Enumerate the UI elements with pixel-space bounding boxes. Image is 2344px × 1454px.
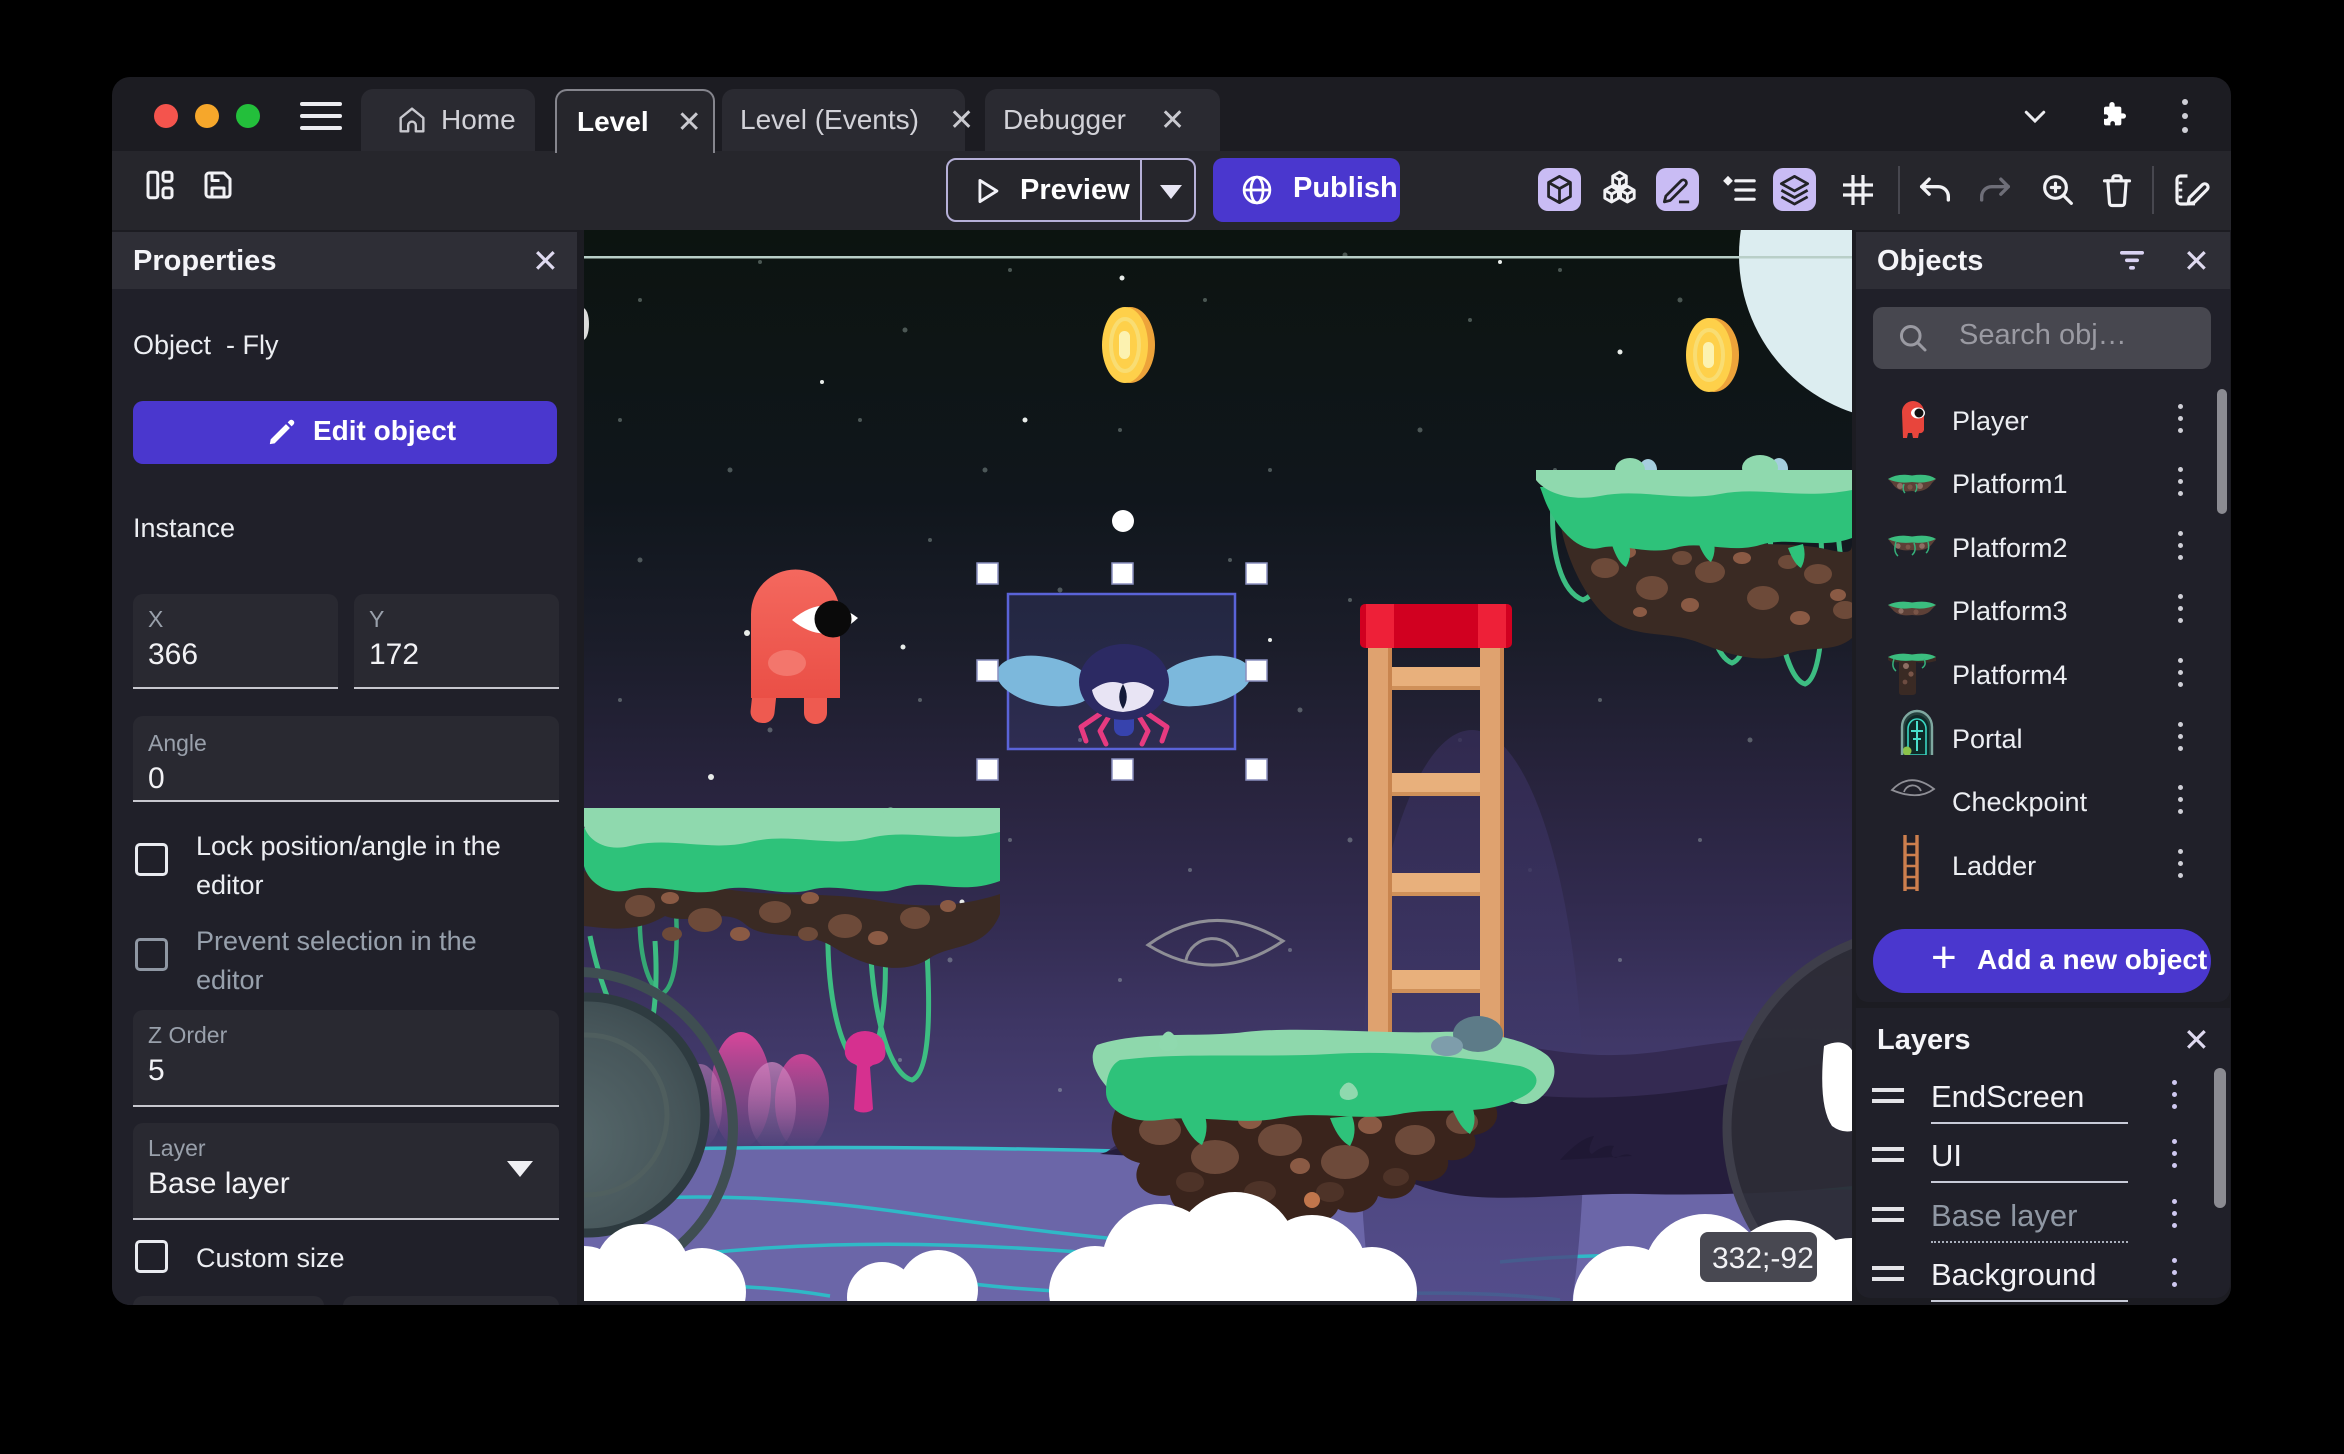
svg-text:332;-92: 332;-92 xyxy=(1712,1242,1814,1275)
